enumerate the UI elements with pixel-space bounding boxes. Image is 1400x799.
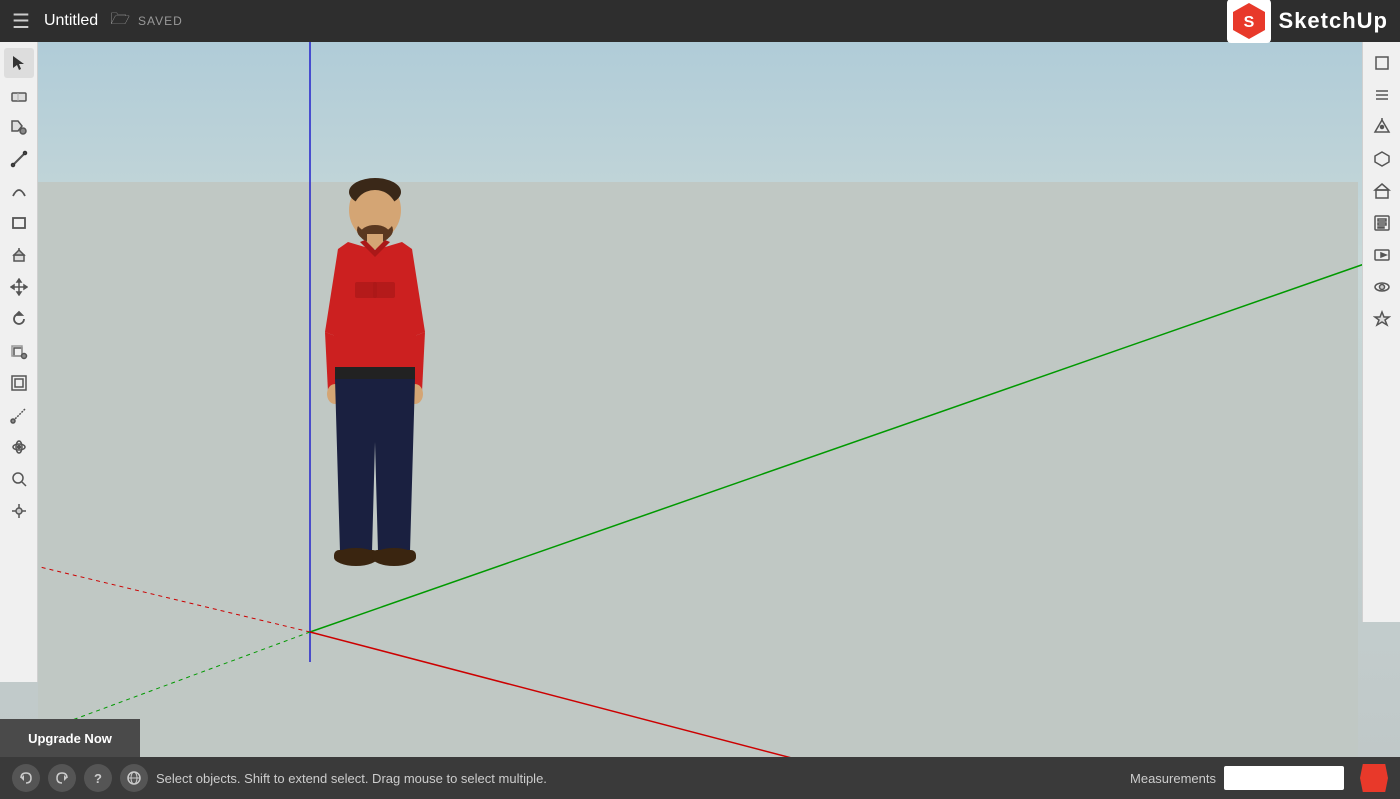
save-icon[interactable]: 🗁 [110, 8, 130, 35]
tool-rotate[interactable] [4, 304, 34, 334]
tool-3dwarehouse[interactable] [1367, 144, 1397, 174]
help-button[interactable]: ? [84, 764, 112, 792]
tool-orbit[interactable] [4, 432, 34, 462]
upgrade-button[interactable]: Upgrade Now [0, 719, 140, 757]
tool-scenes[interactable] [1367, 240, 1397, 270]
svg-text:S: S [1243, 14, 1254, 31]
tool-layers[interactable] [1367, 80, 1397, 110]
axes-svg [0, 42, 1400, 759]
menu-icon[interactable]: ☰ [12, 9, 30, 34]
tool-styles[interactable] [1367, 304, 1397, 334]
tool-arc[interactable] [4, 176, 34, 206]
tool-rectangle[interactable] [4, 208, 34, 238]
geo-button[interactable] [120, 764, 148, 792]
tool-move[interactable] [4, 272, 34, 302]
tool-zoom[interactable] [4, 464, 34, 494]
left-toolbar [0, 42, 38, 682]
header: ☰ Untitled 🗁 SAVED S SketchUp [0, 0, 1400, 42]
logo-text: SketchUp [1279, 8, 1388, 34]
bottom-bar: ? Select objects. Shift to extend select… [0, 757, 1400, 799]
status-text: Select objects. Shift to extend select. … [156, 771, 1122, 786]
sketchup-logo-icon: S [1227, 0, 1271, 43]
bottom-logo-icon [1360, 764, 1388, 792]
redo-button[interactable] [48, 764, 76, 792]
file-title: Untitled [44, 12, 98, 30]
tool-eraser[interactable] [4, 80, 34, 110]
right-toolbar [1362, 42, 1400, 622]
undo-button[interactable] [12, 764, 40, 792]
saved-status: SAVED [138, 14, 183, 28]
tool-line[interactable] [4, 144, 34, 174]
measurements-input[interactable] [1224, 766, 1344, 790]
tool-view[interactable] [1367, 272, 1397, 302]
tool-pushpull[interactable] [4, 240, 34, 270]
tool-pan[interactable] [4, 496, 34, 526]
tool-select[interactable] [4, 48, 34, 78]
tool-entity-info[interactable] [1367, 208, 1397, 238]
tool-paint[interactable] [4, 112, 34, 142]
tool-tape[interactable] [4, 400, 34, 430]
measurements-label: Measurements [1130, 771, 1216, 786]
tool-shape-tools[interactable] [1367, 48, 1397, 78]
human-figure [310, 172, 440, 592]
tool-components[interactable] [1367, 112, 1397, 142]
tool-ext-warehouse[interactable] [1367, 176, 1397, 206]
tool-scale[interactable] [4, 336, 34, 366]
viewport[interactable] [0, 42, 1400, 759]
tool-offset[interactable] [4, 368, 34, 398]
sketchup-logo: S SketchUp [1227, 0, 1388, 43]
